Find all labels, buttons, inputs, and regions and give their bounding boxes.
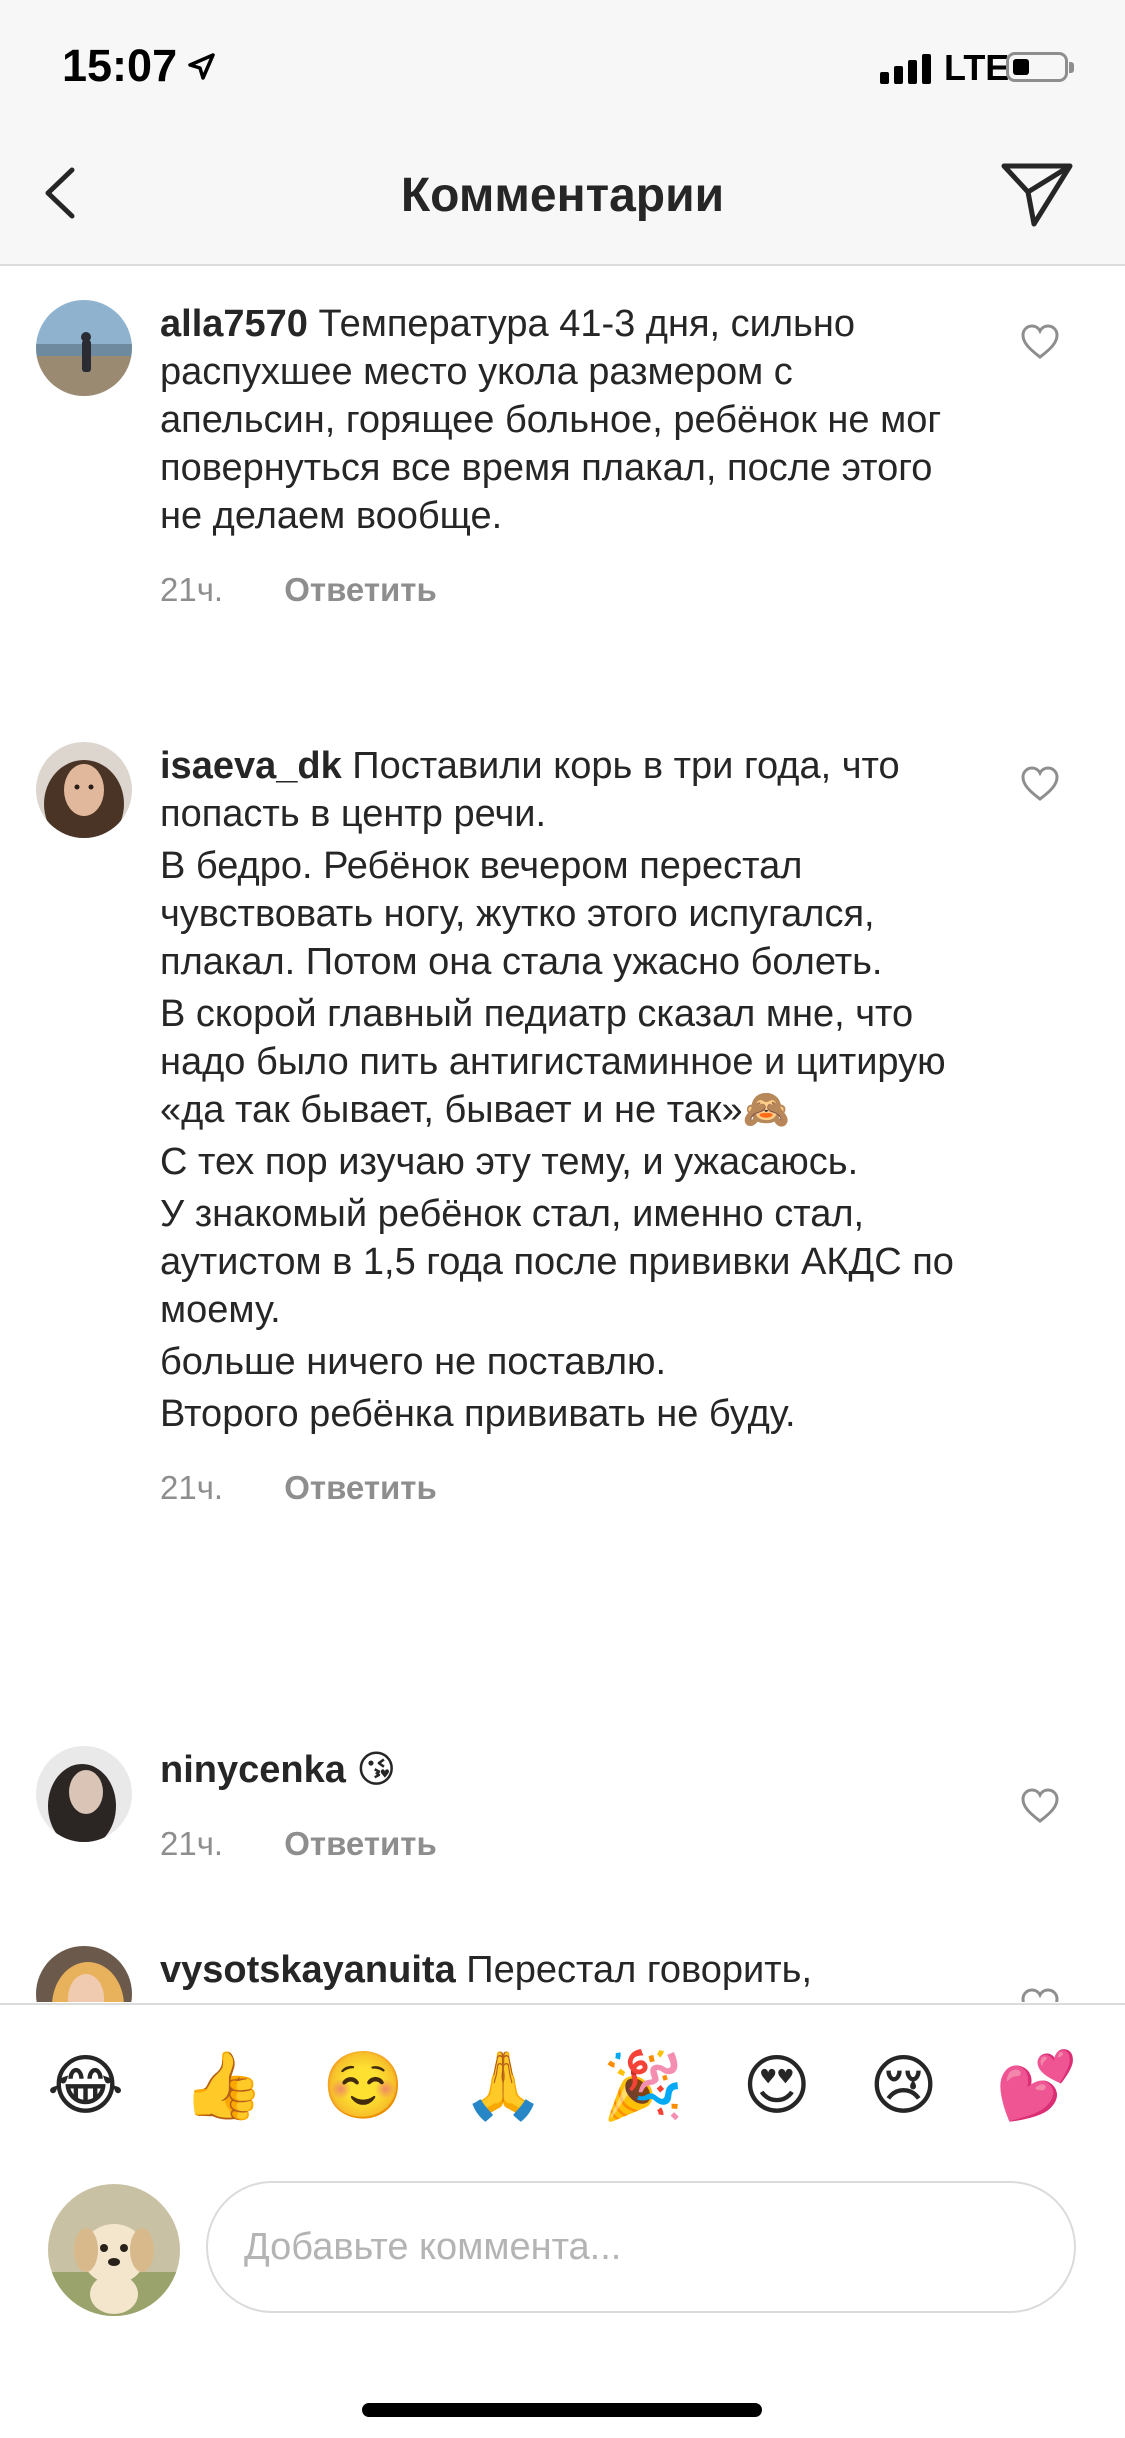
comment-body: ninycenka 😘 21ч. Ответить [160,1746,970,1868]
emoji-button[interactable]: 😍 [742,2052,811,2118]
heart-outline-icon[interactable] [1020,1786,1060,1826]
avatar[interactable] [36,742,132,838]
heart-outline-icon[interactable] [1020,322,1060,362]
network-type: LTE [944,47,1010,88]
battery-icon [1006,52,1074,82]
emoji-button[interactable]: 👍 [182,2052,264,2118]
comment-time: 21ч. [160,571,224,608]
current-user-avatar [48,2184,180,2316]
comment-text: Перестал говорить, [466,1949,813,1991]
heart-outline-icon[interactable] [1020,1986,1060,2002]
comment-text: В бедро. Ребёнок вечером перестал чувств… [160,845,883,983]
comments-list[interactable]: alla7570 Температура 41-3 дня, сильно ра… [0,266,1125,2002]
comment-username[interactable]: isaeva_dk [160,745,342,787]
emoji-button[interactable]: 😂 [47,2052,124,2118]
comment-text: У знакомый ребёнок стал, именно стал, ау… [160,1193,954,1331]
composer-area: 😂 👍 ☺️ 🙏 🎉 😍 😢 💕 [0,2003,1125,2438]
comment-username[interactable]: alla7570 [160,303,308,345]
comment-body: alla7570 Температура 41-3 дня, сильно ра… [160,300,970,614]
emoji-button[interactable]: ☺️ [322,2052,404,2118]
comment-text: С тех пор изучаю эту тему, и ужасаюсь. [160,1141,859,1183]
top-bar: 15:07 LTE Комментарии [0,0,1125,266]
comment-body: isaeva_dk Поставили корь в три года, что… [160,742,970,1512]
page-title: Комментарии [400,169,725,222]
emoji-button[interactable]: 🎉 [602,2052,684,2118]
signal-icon [880,54,931,84]
avatar[interactable] [36,300,132,396]
comment-text: 😘 [356,1749,397,1791]
comment-text: больше ничего не поставлю. [160,1341,667,1383]
comment-username[interactable]: vysotskayanuita [160,1949,456,1991]
comment-input[interactable] [206,2181,1076,2313]
avatar[interactable] [36,1946,132,2002]
heart-outline-icon[interactable] [1020,764,1060,804]
emoji-bar: 😂 👍 ☺️ 🙏 🎉 😍 😢 💕 [0,2035,1125,2135]
comment-text: В скорой главный педиатр сказал мне, что… [160,993,946,1131]
comment-username[interactable]: ninycenka [160,1749,346,1791]
comment-meta: 21ч. Ответить [160,1464,970,1512]
comment-time: 21ч. [160,1825,224,1862]
comment-time: 21ч. [160,1469,224,1506]
reply-button[interactable]: Ответить [284,571,437,608]
comment-meta: 21ч. Ответить [160,1820,970,1868]
reply-button[interactable]: Ответить [284,1469,437,1506]
avatar[interactable] [36,1746,132,1842]
comment-body: vysotskayanuita Перестал говорить, [160,1946,970,1998]
emoji-button[interactable]: 😢 [869,2052,938,2118]
paper-plane-icon[interactable] [996,158,1076,230]
status-time: 15:07 [62,40,178,91]
comment-meta: 21ч. Ответить [160,566,970,614]
comment-text: Второго ребёнка прививать не буду. [160,1393,796,1435]
home-indicator [362,2403,762,2417]
reply-button[interactable]: Ответить [284,1825,437,1862]
emoji-button[interactable]: 🙏 [462,2052,544,2118]
emoji-button[interactable]: 💕 [996,2052,1078,2118]
location-arrow-icon [188,53,215,80]
